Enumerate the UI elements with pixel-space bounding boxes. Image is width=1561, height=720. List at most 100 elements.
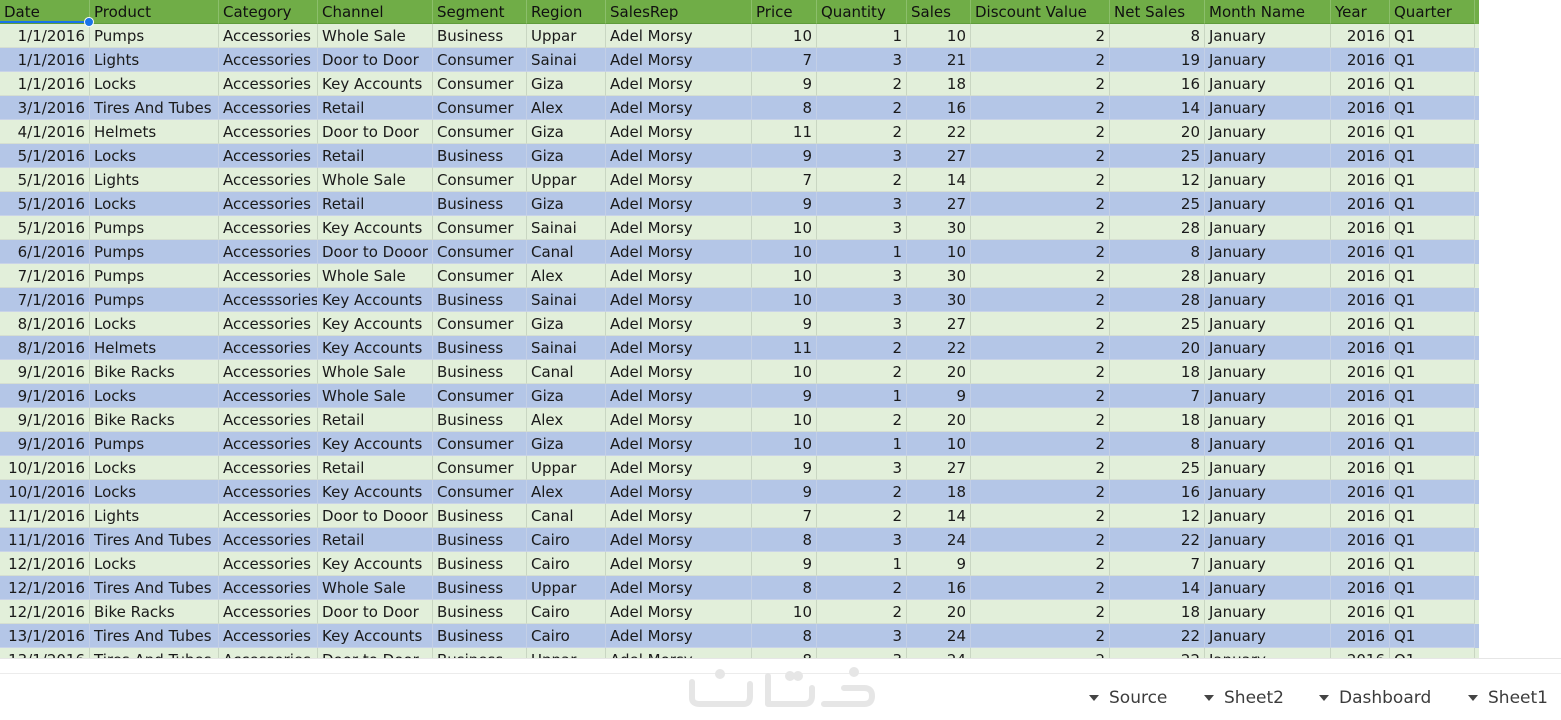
cell-net-sales[interactable]: 22 (1110, 528, 1205, 552)
cell-channel[interactable]: Retail (318, 408, 433, 432)
cell-channel[interactable]: Key Accounts (318, 216, 433, 240)
cell-region[interactable]: Sainai (527, 216, 606, 240)
column-header-year[interactable]: Year (1331, 0, 1390, 24)
caret-down-icon[interactable] (1204, 695, 1214, 701)
cell-date[interactable]: 5/1/2016 (0, 216, 90, 240)
cell-salesrep[interactable]: Adel Morsy (606, 576, 752, 600)
cell-price[interactable]: 10 (752, 600, 817, 624)
cell-segment[interactable]: Consumer (433, 168, 527, 192)
cell-segment[interactable]: Business (433, 552, 527, 576)
cell-category[interactable]: Accessories (219, 576, 318, 600)
cell-quantity[interactable]: 2 (817, 336, 907, 360)
cell-month-name[interactable]: January (1205, 312, 1331, 336)
cell-month-name[interactable]: January (1205, 552, 1331, 576)
cell-month-name[interactable]: January (1205, 528, 1331, 552)
cell-price[interactable]: 11 (752, 336, 817, 360)
cell-channel[interactable]: Retail (318, 456, 433, 480)
cell-segment[interactable]: Consumer (433, 432, 527, 456)
cell-region[interactable]: Alex (527, 408, 606, 432)
column-header-product[interactable]: Product (90, 0, 219, 24)
cell-month-name[interactable]: January (1205, 216, 1331, 240)
cell-channel[interactable]: Key Accounts (318, 72, 433, 96)
cell-quantity[interactable]: 1 (817, 384, 907, 408)
cell-quantity[interactable]: 2 (817, 120, 907, 144)
cell-category[interactable]: Accessories (219, 648, 318, 658)
cell-salesrep[interactable]: Adel Morsy (606, 552, 752, 576)
cell-net-sales[interactable]: 20 (1110, 336, 1205, 360)
cell-sales[interactable]: 10 (907, 432, 971, 456)
cell-salesrep[interactable]: Adel Morsy (606, 648, 752, 658)
cell-segment[interactable]: Consumer (433, 312, 527, 336)
cell-sales[interactable]: 20 (907, 360, 971, 384)
cell-price[interactable]: 10 (752, 288, 817, 312)
cell-year[interactable]: 2016 (1331, 24, 1390, 48)
cell-discount-value[interactable]: 2 (971, 120, 1110, 144)
cell-sales[interactable]: 20 (907, 600, 971, 624)
cell-year[interactable]: 2016 (1331, 48, 1390, 72)
cell-salesrep[interactable]: Adel Morsy (606, 48, 752, 72)
cell-month-name[interactable]: January (1205, 48, 1331, 72)
cell-product[interactable]: Helmets (90, 336, 219, 360)
cell-region[interactable]: Giza (527, 144, 606, 168)
cell-salesrep[interactable]: Adel Morsy (606, 408, 752, 432)
cell-net-sales[interactable]: 18 (1110, 600, 1205, 624)
cell-discount-value[interactable]: 2 (971, 552, 1110, 576)
cell-net-sales[interactable]: 18 (1110, 408, 1205, 432)
cell-quarter[interactable]: Q1 (1390, 504, 1475, 528)
cell-quarter[interactable]: Q1 (1390, 360, 1475, 384)
cell-month-name[interactable]: January (1205, 240, 1331, 264)
cell-date[interactable]: 5/1/2016 (0, 168, 90, 192)
cell-net-sales[interactable]: 16 (1110, 480, 1205, 504)
cell-salesrep[interactable]: Adel Morsy (606, 600, 752, 624)
cell-date[interactable]: 4/1/2016 (0, 120, 90, 144)
cell-product[interactable]: Tires And Tubes (90, 528, 219, 552)
cell-quantity[interactable]: 1 (817, 432, 907, 456)
tab-sheet1[interactable]: Sheet1 (1468, 686, 1548, 710)
cell-quantity[interactable]: 2 (817, 96, 907, 120)
cell-segment[interactable]: Consumer (433, 96, 527, 120)
cell-region[interactable]: Giza (527, 192, 606, 216)
cell-net-sales[interactable]: 8 (1110, 24, 1205, 48)
cell-year[interactable]: 2016 (1331, 336, 1390, 360)
tab-source[interactable]: Source (1089, 686, 1167, 710)
cell-quantity[interactable]: 2 (817, 576, 907, 600)
cell-quantity[interactable]: 1 (817, 240, 907, 264)
cell-segment[interactable]: Business (433, 336, 527, 360)
cell-category[interactable]: Accessories (219, 144, 318, 168)
cell-channel[interactable]: Door to Door (318, 120, 433, 144)
cell-quarter[interactable]: Q1 (1390, 576, 1475, 600)
cell-discount-value[interactable]: 2 (971, 168, 1110, 192)
cell-quarter[interactable]: Q1 (1390, 384, 1475, 408)
cell-segment[interactable]: Business (433, 504, 527, 528)
cell-salesrep[interactable]: Adel Morsy (606, 192, 752, 216)
cell-sales[interactable]: 30 (907, 288, 971, 312)
cell-date[interactable]: 12/1/2016 (0, 576, 90, 600)
cell-discount-value[interactable]: 2 (971, 648, 1110, 658)
cell-price[interactable]: 8 (752, 528, 817, 552)
cell-segment[interactable]: Business (433, 600, 527, 624)
cell-segment[interactable]: Business (433, 24, 527, 48)
cell-channel[interactable]: Key Accounts (318, 288, 433, 312)
cell-month-name[interactable]: January (1205, 408, 1331, 432)
cell-discount-value[interactable]: 2 (971, 24, 1110, 48)
cell-salesrep[interactable]: Adel Morsy (606, 264, 752, 288)
cell-salesrep[interactable]: Adel Morsy (606, 528, 752, 552)
cell-salesrep[interactable]: Adel Morsy (606, 624, 752, 648)
cell-price[interactable]: 8 (752, 648, 817, 658)
cell-salesrep[interactable]: Adel Morsy (606, 312, 752, 336)
cell-region[interactable]: Giza (527, 120, 606, 144)
cell-discount-value[interactable]: 2 (971, 144, 1110, 168)
cell-category[interactable]: Accessories (219, 72, 318, 96)
cell-quarter[interactable]: Q1 (1390, 120, 1475, 144)
cell-discount-value[interactable]: 2 (971, 312, 1110, 336)
cell-channel[interactable]: Whole Sale (318, 384, 433, 408)
cell-product[interactable]: Tires And Tubes (90, 576, 219, 600)
cell-price[interactable]: 10 (752, 408, 817, 432)
cell-region[interactable]: Cairo (527, 552, 606, 576)
cell-region[interactable]: Giza (527, 312, 606, 336)
cell-quarter[interactable]: Q1 (1390, 240, 1475, 264)
cell-discount-value[interactable]: 2 (971, 600, 1110, 624)
cell-quantity[interactable]: 3 (817, 216, 907, 240)
cell-discount-value[interactable]: 2 (971, 216, 1110, 240)
cell-category[interactable]: Accessories (219, 456, 318, 480)
